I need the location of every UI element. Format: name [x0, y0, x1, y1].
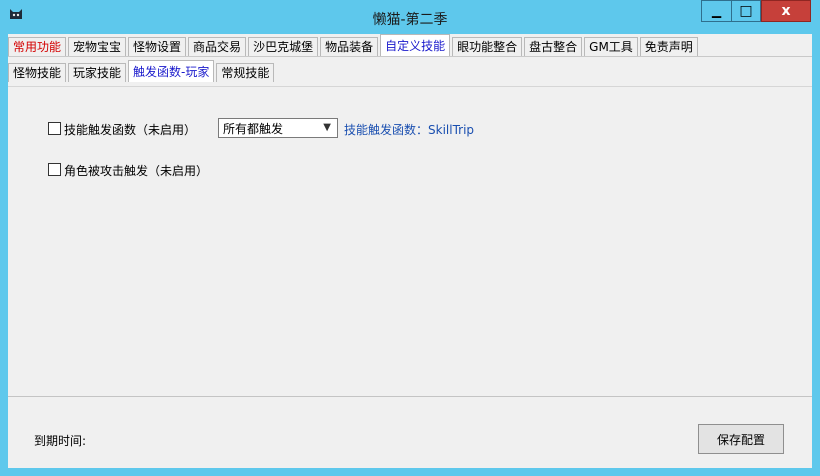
tab-gm-tools[interactable]: GM工具	[584, 37, 638, 56]
maximize-button[interactable]: □	[731, 0, 761, 22]
title-bar[interactable]: 懒猫-第二季 ▁ □ x	[0, 0, 820, 34]
secondary-tab-bar: 怪物技能 玩家技能 触发函数-玩家 常规技能	[8, 60, 276, 82]
footer-divider	[8, 396, 812, 397]
expire-time-label: 到期时间:	[34, 434, 87, 448]
tab-monster-settings[interactable]: 怪物设置	[128, 37, 187, 56]
tab-player-skills[interactable]: 玩家技能	[68, 63, 127, 82]
close-icon: x	[781, 3, 791, 19]
tab-regular-skills[interactable]: 常规技能	[216, 63, 275, 82]
tab-item-trade[interactable]: 商品交易	[188, 37, 247, 56]
tab-common-functions[interactable]: 常用功能	[8, 37, 67, 56]
role-attacked-label: 角色被攻击触发（未启用）	[64, 164, 209, 178]
tab-monster-skills[interactable]: 怪物技能	[8, 63, 67, 82]
primary-tab-bar: 常用功能 宠物宝宝 怪物设置 商品交易 沙巴克城堡 物品装备 自定义技能 眼功能…	[8, 34, 700, 56]
client-area: 常用功能 宠物宝宝 怪物设置 商品交易 沙巴克城堡 物品装备 自定义技能 眼功能…	[8, 34, 812, 468]
tab-eye-functions[interactable]: 眼功能整合	[452, 37, 523, 56]
app-window: 懒猫-第二季 ▁ □ x 常用功能 宠物宝宝 怪物设置 商品交易 沙巴克城堡 物…	[0, 0, 820, 476]
close-button[interactable]: x	[761, 0, 811, 22]
maximize-icon: □	[739, 3, 753, 19]
tab-disclaimer[interactable]: 免责声明	[639, 37, 698, 56]
window-title: 懒猫-第二季	[372, 12, 448, 28]
tab-content-panel: 技能触发函数（未启用） 所有都触发 ▼ 技能触发函数：SkillTrip 角色被…	[8, 86, 812, 468]
trigger-mode-value: 所有都触发	[223, 121, 284, 136]
minimize-button[interactable]: ▁	[701, 0, 731, 22]
save-config-button[interactable]: 保存配置	[698, 424, 784, 454]
tab-item-equipment[interactable]: 物品装备	[320, 37, 379, 56]
skill-trigger-label: 技能触发函数（未启用）	[64, 123, 197, 137]
skill-trigger-checkbox[interactable]	[48, 122, 61, 135]
role-attacked-checkbox[interactable]	[48, 163, 61, 176]
tab-pet[interactable]: 宠物宝宝	[68, 37, 127, 56]
tab-pangu-integration[interactable]: 盘古整合	[524, 37, 583, 56]
tab-divider	[8, 56, 812, 57]
tab-custom-skills[interactable]: 自定义技能	[380, 34, 451, 56]
chevron-down-icon: ▼	[323, 122, 331, 133]
minimize-icon: ▁	[711, 4, 722, 18]
skill-trigger-hint: 技能触发函数：SkillTrip	[344, 123, 475, 137]
trigger-mode-select[interactable]: 所有都触发 ▼	[218, 118, 338, 138]
tab-sabac-castle[interactable]: 沙巴克城堡	[248, 37, 319, 56]
tab-trigger-function-player[interactable]: 触发函数-玩家	[128, 60, 215, 82]
